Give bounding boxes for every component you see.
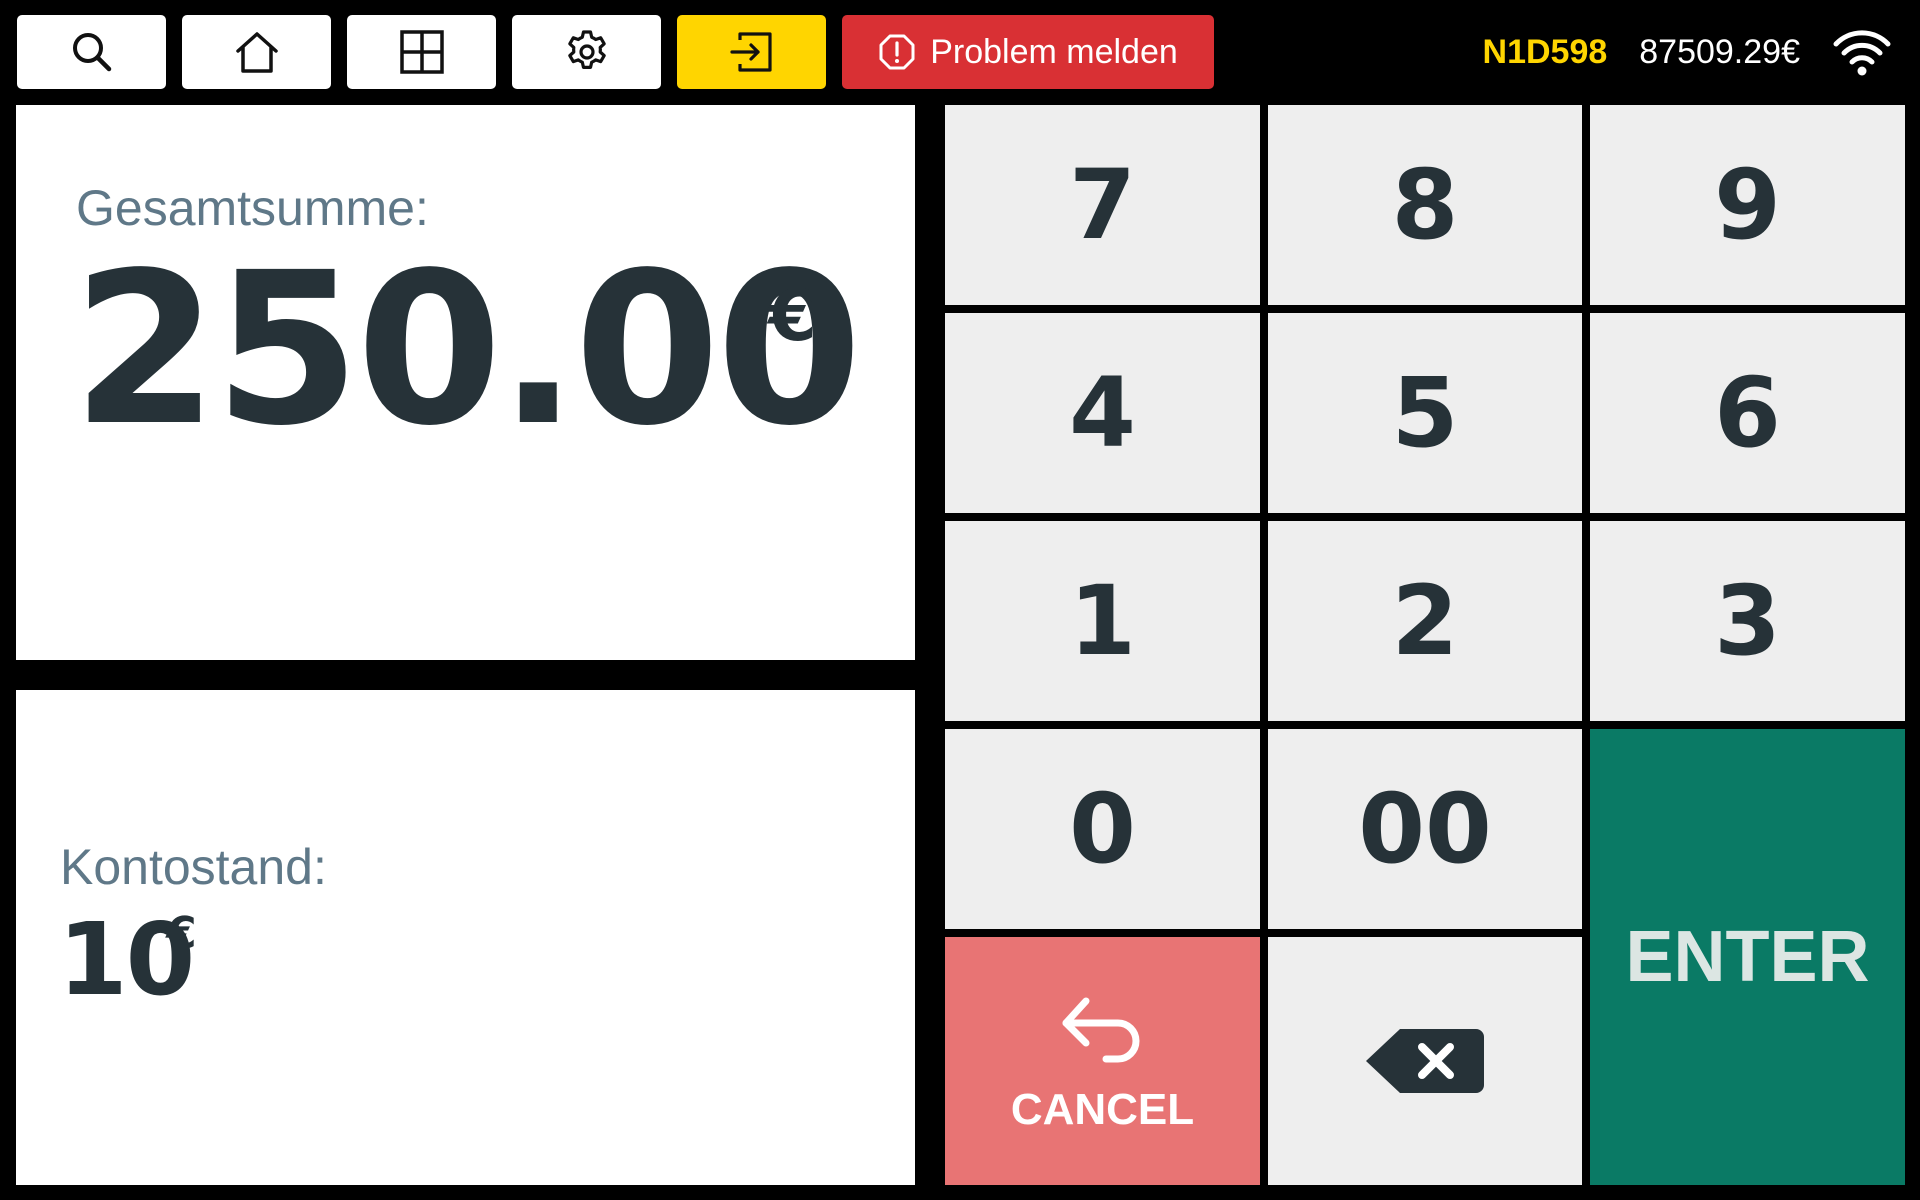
key-5[interactable]: 5 [1268, 313, 1582, 513]
key-9[interactable]: 9 [1590, 105, 1905, 305]
grid-button[interactable] [347, 15, 496, 89]
key-00[interactable]: 00 [1268, 729, 1582, 929]
backspace-button[interactable] [1268, 937, 1582, 1185]
total-amount: 250.00 [72, 227, 862, 472]
account-balance-currency: € [166, 908, 197, 959]
account-balance-label: Kontostand: [60, 839, 327, 895]
cancel-button[interactable]: CANCEL [945, 937, 1260, 1185]
header-balance: 87509.29€ [1639, 32, 1800, 71]
enter-button[interactable]: ENTER [1590, 729, 1905, 1185]
search-button[interactable] [17, 15, 166, 89]
enter-label: ENTER [1625, 917, 1870, 997]
key-7[interactable]: 7 [945, 105, 1260, 305]
key-1[interactable]: 1 [945, 521, 1260, 721]
account-balance-panel: Kontostand: 10 € [16, 690, 915, 1185]
home-button[interactable] [182, 15, 331, 89]
total-panel: Gesamtsumme: 250.00 € [16, 105, 915, 660]
logout-icon [729, 32, 772, 72]
key-2[interactable]: 2 [1268, 521, 1582, 721]
total-currency: € [768, 275, 817, 357]
search-icon [72, 33, 111, 72]
report-problem-button[interactable]: Problem melden [842, 15, 1214, 89]
backspace-icon [1366, 1029, 1484, 1093]
status-area: N1D598 87509.29€ [1483, 15, 1892, 89]
key-6[interactable]: 6 [1590, 313, 1905, 513]
key-0[interactable]: 0 [945, 729, 1260, 929]
wifi-icon [1833, 30, 1891, 76]
home-icon [235, 32, 278, 73]
logout-button[interactable] [677, 15, 826, 89]
settings-button[interactable] [512, 15, 661, 89]
key-8[interactable]: 8 [1268, 105, 1582, 305]
grid-icon [399, 30, 444, 74]
key-3[interactable]: 3 [1590, 521, 1905, 721]
key-4[interactable]: 4 [945, 313, 1260, 513]
report-problem-label: Problem melden [930, 32, 1178, 71]
top-bar: Problem melden N1D598 87509.29€ [0, 0, 1920, 105]
device-id: N1D598 [1482, 32, 1608, 71]
cancel-label: CANCEL [1010, 1085, 1195, 1134]
gear-icon [567, 30, 606, 69]
undo-arrow-icon [1062, 997, 1139, 1063]
alert-icon [879, 34, 915, 70]
